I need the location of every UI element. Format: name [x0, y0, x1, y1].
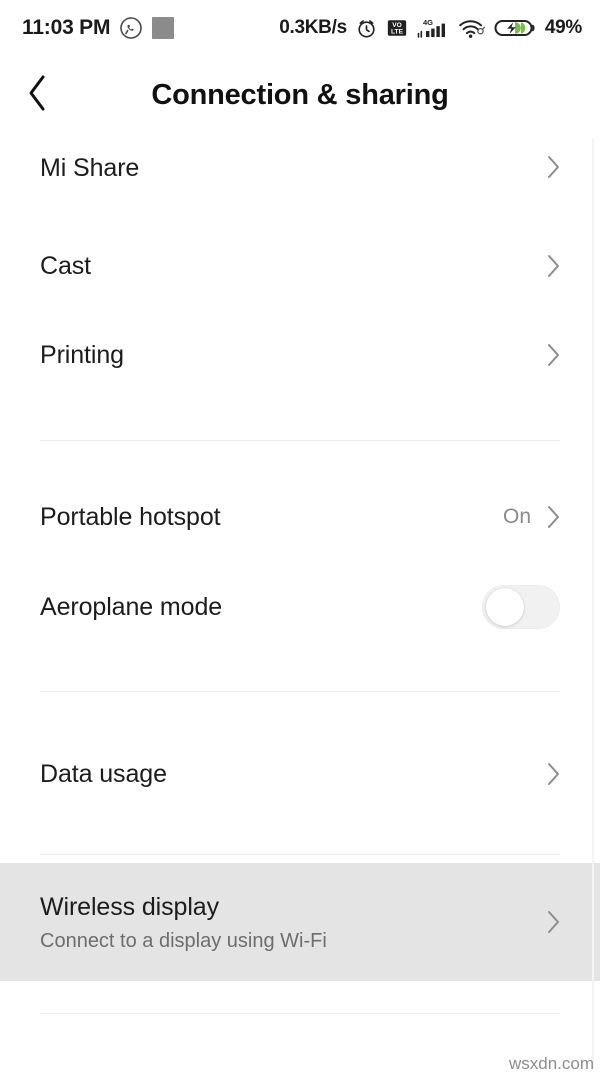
alarm-icon: [355, 17, 378, 40]
wifi-icon: [458, 16, 486, 40]
row-right-group: [547, 155, 560, 179]
svg-text:LTE: LTE: [391, 29, 404, 36]
list-item-mi-share[interactable]: Mi Share: [0, 134, 600, 182]
chevron-right-icon: [548, 506, 559, 528]
spacer: [0, 981, 600, 1013]
watermark: wsxdn.com: [508, 1054, 594, 1073]
volte-icon: VO LTE: [386, 17, 408, 39]
spacer: [0, 1014, 600, 1050]
list-item-label: Aeroplane mode: [40, 593, 223, 621]
row-right-group: [547, 910, 560, 934]
row-text-group: Cast: [40, 251, 547, 281]
list-item-printing[interactable]: Printing: [0, 310, 600, 400]
row-text-group: Data usage: [40, 759, 547, 789]
spacer: [0, 818, 600, 854]
list-item-portable-hotspot[interactable]: Portable hotspot On: [0, 473, 600, 561]
list-item-cast[interactable]: Cast: [0, 222, 600, 310]
row-text-group: Wireless display Connect to a display us…: [40, 892, 547, 953]
battery-charging-icon: [494, 16, 536, 40]
list-item-value: On: [502, 505, 531, 528]
list-item-data-usage[interactable]: Data usage: [0, 730, 600, 818]
page-title: Connection & sharing: [151, 78, 449, 111]
row-right-group: [547, 343, 560, 367]
status-bar-left: 11:03 PM: [22, 16, 175, 40]
chevron-left-icon: [27, 74, 49, 117]
chevron-right-icon: [548, 911, 559, 933]
list-item-label: Portable hotspot: [40, 503, 221, 531]
row-text-group: Aeroplane mode: [40, 592, 482, 622]
spacer: [0, 400, 600, 440]
aeroplane-mode-toggle[interactable]: [482, 585, 560, 629]
whatsapp-icon: [119, 16, 143, 40]
signal-4g-icon: 4G: [416, 16, 450, 40]
row-text-group: Mi Share: [40, 144, 547, 182]
spacer: [0, 441, 600, 473]
row-right-group: [482, 585, 560, 629]
status-bar-clock: 11:03 PM: [22, 16, 111, 39]
row-right-group: On: [503, 505, 560, 529]
row-right-group: [547, 762, 560, 786]
scrollbar-track[interactable]: [592, 138, 594, 1068]
list-item-label: Wireless display: [40, 892, 220, 921]
list-item-label: Data usage: [40, 760, 167, 788]
list-item-sublabel: Connect to a display using Wi-Fi: [40, 929, 327, 952]
spacer: [0, 653, 600, 691]
network-speed-label: 0.3KB/s: [279, 17, 347, 38]
status-bar: 11:03 PM 0.3KB/s VO LTE 4G 49%: [0, 0, 600, 56]
spacer: [0, 855, 600, 863]
toggle-knob: [486, 588, 524, 626]
spacer: [0, 692, 600, 730]
list-item-label: Printing: [40, 341, 124, 369]
back-button[interactable]: [0, 56, 76, 134]
row-right-group: [547, 254, 560, 278]
svg-text:4G: 4G: [423, 18, 433, 27]
list-item-label: Mi Share: [40, 154, 140, 182]
list-item-wireless-display[interactable]: Wireless display Connect to a display us…: [0, 863, 600, 981]
notification-square-icon: [152, 17, 175, 39]
phone-screen: 11:03 PM 0.3KB/s VO LTE 4G 49% Connectio…: [0, 0, 600, 1080]
chevron-right-icon: [548, 255, 559, 277]
chevron-right-icon: [548, 156, 559, 178]
row-text-group: Portable hotspot: [40, 502, 503, 532]
list-item-label: Cast: [40, 252, 92, 280]
list-item-aeroplane-mode[interactable]: Aeroplane mode: [0, 561, 600, 653]
chevron-right-icon: [548, 763, 559, 785]
chevron-right-icon: [548, 344, 559, 366]
row-text-group: Printing: [40, 340, 547, 370]
settings-list[interactable]: Mi Share Cast Printing Portable hotspot …: [0, 134, 600, 1080]
battery-percent-label: 49%: [544, 17, 582, 38]
page-header: Connection & sharing: [0, 56, 600, 134]
status-bar-right: 0.3KB/s VO LTE 4G 49%: [279, 16, 582, 40]
